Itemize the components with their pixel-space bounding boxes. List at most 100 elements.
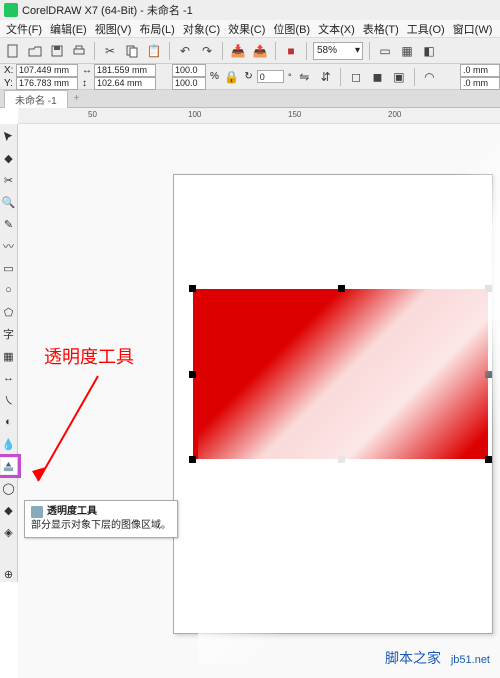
table-tool-icon[interactable]: ▦: [1, 348, 17, 364]
watermark-brand: 脚本之家: [385, 650, 441, 666]
freehand-tool-icon[interactable]: ✎: [1, 216, 17, 232]
dimension-tool-icon[interactable]: ↔: [1, 370, 17, 386]
resize-handle[interactable]: [189, 456, 196, 463]
separator: [306, 42, 307, 60]
width-input[interactable]: 181.559 mm: [94, 64, 156, 77]
separator: [169, 42, 170, 60]
menu-edit[interactable]: 编辑(E): [50, 21, 87, 37]
ellipse-tool-icon[interactable]: ○: [1, 282, 17, 298]
resize-handle[interactable]: [485, 456, 492, 463]
resize-handle[interactable]: [338, 285, 345, 292]
separator: [94, 42, 95, 60]
zoom-value: 58%: [317, 45, 337, 56]
menu-window[interactable]: 窗口(W): [453, 21, 493, 37]
resize-handle[interactable]: [338, 456, 345, 463]
copy-icon[interactable]: [123, 42, 141, 60]
save-icon[interactable]: [48, 42, 66, 60]
toolbox: ◆ ✂ 🔍 ✎ 〰 ▭ ○ ⬠ 字 ▦ ↔ ㇏ ◐ 💧 ◯ ◆ ◈ ⊕: [0, 124, 18, 582]
corner-icon[interactable]: ◠: [421, 68, 438, 86]
height-input[interactable]: 102.64 mm: [94, 77, 156, 90]
resize-handle[interactable]: [189, 371, 196, 378]
paste-icon[interactable]: 📋: [145, 42, 163, 60]
menu-effect[interactable]: 效果(C): [228, 21, 265, 37]
connector-tool-icon[interactable]: ㇏: [1, 392, 17, 408]
annotation-label: 透明度工具: [44, 343, 134, 369]
menu-layout[interactable]: 布局(L): [139, 21, 174, 37]
menu-tool[interactable]: 工具(O): [407, 21, 445, 37]
ruler-tick: 150: [288, 110, 301, 119]
outline-back-icon[interactable]: ◼: [369, 68, 386, 86]
wrap-icon[interactable]: ▣: [390, 68, 407, 86]
rotate-icon: ↻: [244, 71, 252, 82]
publish-icon[interactable]: ■: [282, 42, 300, 60]
effects-tool-icon[interactable]: ◐: [1, 414, 17, 430]
menu-table[interactable]: 表格(T): [363, 21, 399, 37]
property-bar: X: 107.449 mm Y: 176.783 mm ↔ 181.559 mm…: [0, 64, 500, 90]
resize-handle[interactable]: [485, 285, 492, 292]
zoom-tool-icon[interactable]: 🔍: [1, 194, 17, 210]
import-icon[interactable]: 📥: [229, 42, 247, 60]
lock-ratio-icon[interactable]: 🔒: [223, 68, 240, 86]
redo-icon[interactable]: ↷: [198, 42, 216, 60]
scale-y-input[interactable]: 100.0: [172, 77, 206, 90]
text-tool-icon[interactable]: 字: [1, 326, 17, 342]
zoom-combo[interactable]: 58%▾: [313, 42, 363, 60]
eyedropper-tool-icon[interactable]: 💧: [1, 436, 17, 452]
selected-rectangle[interactable]: [193, 289, 488, 459]
pick-tool-icon[interactable]: [1, 128, 17, 144]
interactive-fill-tool-icon[interactable]: ◈: [1, 524, 17, 540]
stroke-a-input[interactable]: .0 mm: [460, 64, 500, 77]
tooltip-icon: [31, 506, 43, 518]
width-icon: ↔: [82, 65, 94, 76]
resize-handle[interactable]: [189, 285, 196, 292]
separator: [275, 42, 276, 60]
y-input[interactable]: 176.783 mm: [16, 77, 78, 90]
title-bar: CorelDRAW X7 (64-Bit) - 未命名 -1: [0, 0, 500, 20]
options-icon[interactable]: ◧: [420, 42, 438, 60]
new-tab-icon[interactable]: +: [74, 93, 80, 104]
workspace: 50 100 150 200 ◆ ✂ 🔍 ✎ 〰 ▭ ○ ⬠ 字 ▦ ↔ ㇏ ◐…: [0, 108, 500, 678]
undo-icon[interactable]: ↶: [176, 42, 194, 60]
size-fields: ↔ 181.559 mm ↕ 102.64 mm: [82, 64, 156, 90]
outline-tool-icon[interactable]: ◯: [1, 480, 17, 496]
menu-text[interactable]: 文本(X): [318, 21, 355, 37]
export-icon[interactable]: 📤: [251, 42, 269, 60]
tab-document[interactable]: 未命名 -1: [4, 90, 68, 108]
tooltip-desc: 部分显示对象下层的图像区域。: [31, 519, 171, 533]
scale-x-input[interactable]: 100.0: [172, 64, 206, 77]
outline-front-icon[interactable]: ◻: [347, 68, 364, 86]
open-icon[interactable]: [26, 42, 44, 60]
percent-label: %: [210, 71, 219, 82]
polygon-tool-icon[interactable]: ⬠: [1, 304, 17, 320]
crop-tool-icon[interactable]: ✂: [1, 172, 17, 188]
separator: [340, 68, 341, 86]
menu-view[interactable]: 视图(V): [95, 21, 132, 37]
menu-object[interactable]: 对象(C): [183, 21, 220, 37]
rotation-input[interactable]: 0: [257, 70, 284, 83]
quick-customize-icon[interactable]: ⊕: [1, 566, 17, 582]
resize-handle[interactable]: [485, 371, 492, 378]
ruler-tick: 100: [188, 110, 201, 119]
transparency-tool-icon[interactable]: [1, 458, 17, 474]
cut-icon[interactable]: ✂: [101, 42, 119, 60]
app-icon: [4, 3, 18, 17]
x-input[interactable]: 107.449 mm: [16, 64, 78, 77]
separator: [222, 42, 223, 60]
fill-tool-icon[interactable]: ◆: [1, 502, 17, 518]
shape-tool-icon[interactable]: ◆: [1, 150, 17, 166]
snap-icon[interactable]: ▭: [376, 42, 394, 60]
ruler-horizontal: 50 100 150 200: [18, 108, 500, 124]
mirror-v-icon[interactable]: ⇵: [317, 68, 334, 86]
menu-file[interactable]: 文件(F): [6, 21, 42, 37]
stroke-b-input[interactable]: .0 mm: [460, 77, 500, 90]
new-icon[interactable]: [4, 42, 22, 60]
artistic-tool-icon[interactable]: 〰: [1, 238, 17, 254]
tooltip: 透明度工具 部分显示对象下层的图像区域。: [24, 500, 178, 538]
menu-bitmap[interactable]: 位图(B): [273, 21, 310, 37]
grid-icon[interactable]: ▦: [398, 42, 416, 60]
mirror-h-icon[interactable]: ⇋: [296, 68, 313, 86]
print-icon[interactable]: [70, 42, 88, 60]
drawing-canvas[interactable]: [18, 124, 500, 678]
rectangle-tool-icon[interactable]: ▭: [1, 260, 17, 276]
separator: [414, 68, 415, 86]
